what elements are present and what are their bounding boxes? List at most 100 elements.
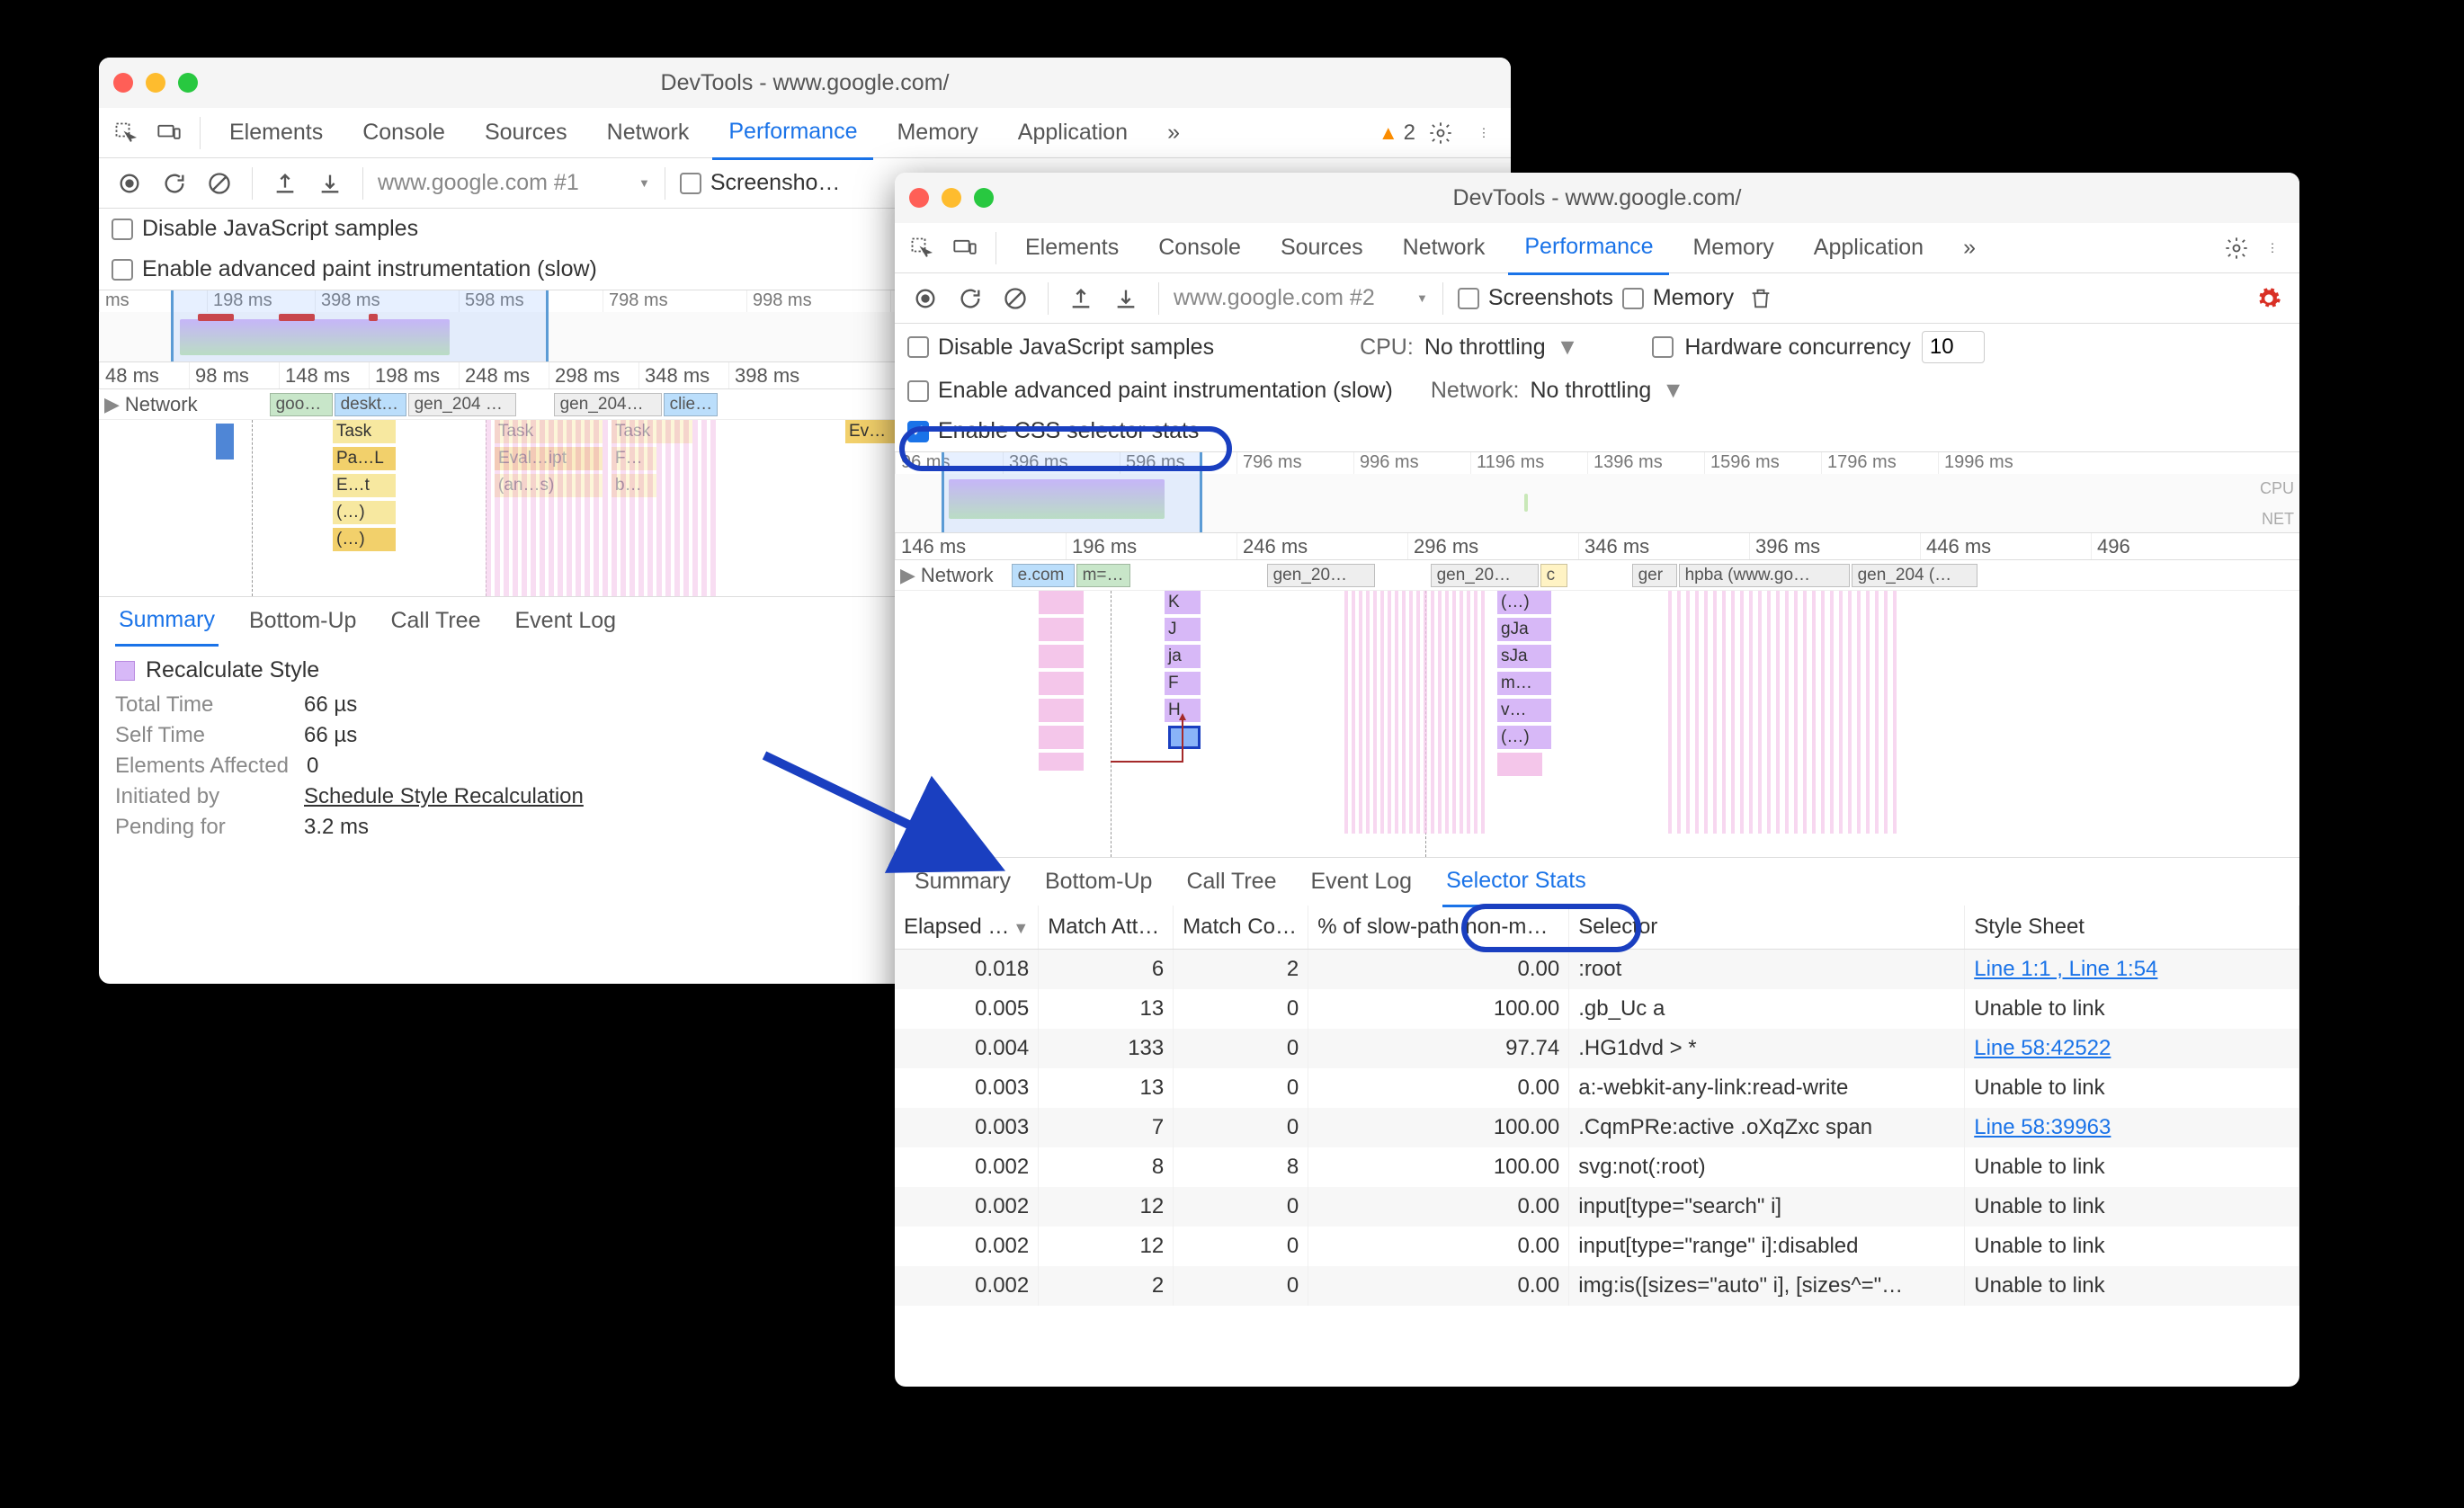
- net-block[interactable]: c: [1540, 564, 1567, 587]
- cpu-select[interactable]: No throttling: [1424, 335, 1546, 361]
- table-row[interactable]: 0.002200.00img:is([sizes="auto" i], [siz…: [895, 1266, 2299, 1306]
- record-icon[interactable]: [907, 281, 943, 317]
- btab-selectorstats[interactable]: Selector Stats: [1442, 857, 1590, 907]
- dropdown-caret-icon[interactable]: ▼: [1662, 378, 1684, 404]
- btab-eventlog[interactable]: Event Log: [1308, 858, 1416, 906]
- col-selector[interactable]: Selector: [1569, 906, 1965, 950]
- net-block[interactable]: deskt…: [335, 393, 406, 416]
- hw-concurrency-input[interactable]: [1922, 331, 1985, 363]
- tab-elements[interactable]: Elements: [213, 107, 339, 158]
- table-row[interactable]: 0.0021200.00input[type="range" i]:disabl…: [895, 1227, 2299, 1266]
- recording-select[interactable]: www.google.com #1: [378, 170, 629, 196]
- table-row[interactable]: 0.005130100.00.gb_Uc aUnable to link: [895, 989, 2299, 1029]
- kebab-icon[interactable]: ⋮: [1466, 115, 1502, 151]
- expand-icon[interactable]: ▶: [104, 393, 120, 416]
- reload-icon[interactable]: [952, 281, 988, 317]
- flame-block[interactable]: m…: [1497, 672, 1551, 695]
- flame-block[interactable]: K: [1165, 591, 1201, 614]
- checkbox-icon[interactable]: [1622, 288, 1644, 309]
- table-row[interactable]: 0.0031300.00a:-webkit-any-link:read-writ…: [895, 1068, 2299, 1108]
- record-icon[interactable]: [112, 165, 147, 201]
- flame-block[interactable]: (…): [333, 528, 396, 551]
- net-block[interactable]: gen_20…: [1267, 564, 1375, 587]
- initiated-link[interactable]: Schedule Style Recalculation: [304, 784, 584, 809]
- flame-block[interactable]: F: [1165, 672, 1201, 695]
- upload-icon[interactable]: [1063, 281, 1099, 317]
- css-selector-stats-checkbox[interactable]: ✓ Enable CSS selector stats: [907, 418, 1199, 444]
- disable-js-checkbox[interactable]: Disable JavaScript samples: [907, 335, 1214, 361]
- table-row[interactable]: 0.00370100.00.CqmPRe:active .oXqZxc span…: [895, 1108, 2299, 1147]
- inspect-icon[interactable]: [904, 230, 940, 266]
- flame-block[interactable]: [1497, 753, 1542, 776]
- more-tabs-icon[interactable]: »: [1151, 107, 1196, 158]
- adv-paint-checkbox[interactable]: Enable advanced paint instrumentation (s…: [112, 256, 597, 282]
- download-icon[interactable]: [1108, 281, 1144, 317]
- btab-eventlog[interactable]: Event Log: [512, 597, 620, 645]
- col-slowpath[interactable]: % of slow-path non-m…: [1308, 906, 1569, 950]
- tab-performance[interactable]: Performance: [712, 106, 873, 160]
- btab-calltree[interactable]: Call Tree: [1183, 858, 1280, 906]
- flame-block[interactable]: J: [1165, 618, 1201, 641]
- recording-select[interactable]: www.google.com #2: [1174, 285, 1407, 311]
- checkbox-icon[interactable]: [1458, 288, 1479, 309]
- memory-checkbox[interactable]: Memory: [1622, 285, 1734, 311]
- overview-selection[interactable]: [942, 452, 1202, 532]
- network-track[interactable]: ▶ Network e.com m=… gen_20… gen_20… c ge…: [895, 560, 2299, 591]
- col-stylesheet[interactable]: Style Sheet: [1965, 906, 2299, 950]
- flame-area[interactable]: 146 ms 196 ms 246 ms 296 ms 346 ms 396 m…: [895, 533, 2299, 857]
- tab-application[interactable]: Application: [1002, 107, 1144, 158]
- flame-block[interactable]: ja: [1165, 645, 1201, 668]
- screenshots-checkbox[interactable]: Screensho…: [680, 170, 841, 196]
- flame-block[interactable]: gJa: [1497, 618, 1551, 641]
- dropdown-caret-icon[interactable]: ▼: [1557, 335, 1579, 361]
- net-block[interactable]: gen_204…: [554, 393, 662, 416]
- clear-icon[interactable]: [201, 165, 237, 201]
- checkbox-icon[interactable]: [680, 173, 701, 194]
- net-block[interactable]: ger: [1632, 564, 1677, 587]
- device-icon[interactable]: [947, 230, 983, 266]
- overview-selection[interactable]: [171, 290, 549, 361]
- flame-block[interactable]: sJa: [1497, 645, 1551, 668]
- disable-js-checkbox[interactable]: Disable JavaScript samples: [112, 216, 418, 242]
- net-block[interactable]: m=…: [1076, 564, 1130, 587]
- gear-icon[interactable]: [2251, 281, 2287, 317]
- dropdown-caret-icon[interactable]: ▼: [638, 176, 650, 190]
- flame-block[interactable]: v…: [1497, 699, 1551, 722]
- tab-console[interactable]: Console: [1142, 222, 1257, 273]
- cell-stylesheet[interactable]: Line 1:1 , Line 1:54: [1965, 950, 2299, 990]
- timeline-overview[interactable]: 96 ms 396 ms 596 ms 796 ms 996 ms 1196 m…: [895, 452, 2299, 533]
- net-block[interactable]: goo…: [270, 393, 333, 416]
- table-row[interactable]: 0.00288100.00svg:not(:root)Unable to lin…: [895, 1147, 2299, 1187]
- table-row[interactable]: 0.018620.00:rootLine 1:1 , Line 1:54: [895, 950, 2299, 990]
- flame-block[interactable]: Task: [333, 420, 396, 443]
- device-icon[interactable]: [151, 115, 187, 151]
- checkbox-icon[interactable]: [112, 259, 133, 281]
- clear-icon[interactable]: [997, 281, 1033, 317]
- col-match-co[interactable]: Match Co…: [1174, 906, 1308, 950]
- net-block[interactable]: gen_20…: [1431, 564, 1539, 587]
- adv-paint-checkbox[interactable]: Enable advanced paint instrumentation (s…: [907, 378, 1393, 404]
- tab-network[interactable]: Network: [591, 107, 706, 158]
- tab-sources[interactable]: Sources: [1264, 222, 1379, 273]
- gear-icon[interactable]: [1423, 115, 1459, 151]
- btab-calltree[interactable]: Call Tree: [387, 597, 484, 645]
- tab-application[interactable]: Application: [1798, 222, 1940, 273]
- tab-console[interactable]: Console: [346, 107, 461, 158]
- cell-stylesheet[interactable]: Line 58:39963: [1965, 1108, 2299, 1147]
- net-block[interactable]: gen_204 (…: [1852, 564, 1977, 587]
- kebab-icon[interactable]: ⋮: [2254, 230, 2290, 266]
- checkbox-icon[interactable]: [907, 336, 929, 358]
- expand-icon[interactable]: ▶: [900, 564, 915, 587]
- inspect-icon[interactable]: [108, 115, 144, 151]
- upload-icon[interactable]: [267, 165, 303, 201]
- screenshots-checkbox[interactable]: Screenshots: [1458, 285, 1613, 311]
- tab-network[interactable]: Network: [1387, 222, 1502, 273]
- flame-block[interactable]: E…t: [333, 474, 396, 497]
- btab-bottomup[interactable]: Bottom-Up: [1041, 858, 1156, 906]
- net-block[interactable]: clie…: [664, 393, 718, 416]
- warning-badge[interactable]: ▲ 2: [1379, 120, 1415, 146]
- network-select[interactable]: No throttling: [1531, 378, 1652, 404]
- net-block[interactable]: gen_204 …: [408, 393, 516, 416]
- checkbox-icon[interactable]: ✓: [907, 421, 929, 442]
- col-elapsed[interactable]: Elapsed …▼: [895, 906, 1039, 950]
